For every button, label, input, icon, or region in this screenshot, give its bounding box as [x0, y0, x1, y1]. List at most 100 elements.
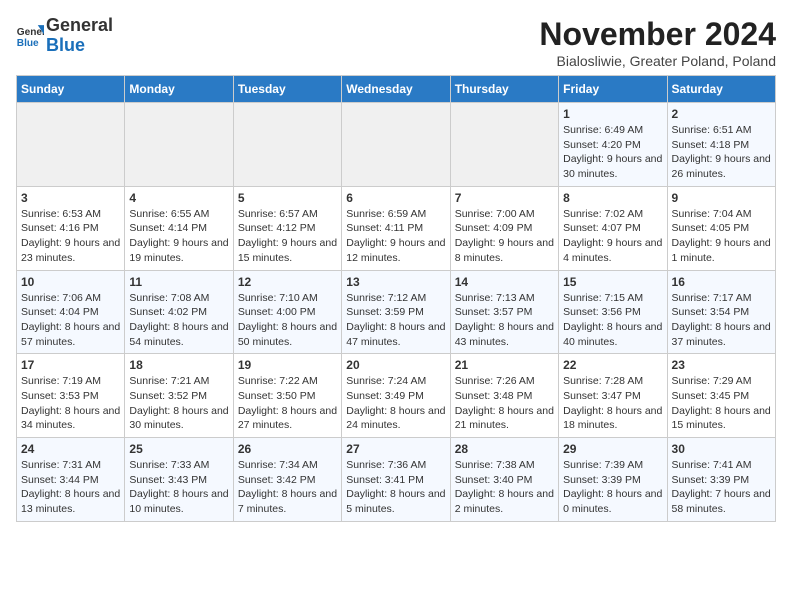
day-info: Sunrise: 6:57 AMSunset: 4:12 PMDaylight:…	[238, 207, 337, 266]
day-number: 5	[238, 191, 337, 205]
day-info: Sunrise: 7:22 AMSunset: 3:50 PMDaylight:…	[238, 374, 337, 433]
day-info: Sunrise: 7:41 AMSunset: 3:39 PMDaylight:…	[672, 458, 771, 517]
day-number: 11	[129, 275, 228, 289]
day-info: Sunrise: 7:38 AMSunset: 3:40 PMDaylight:…	[455, 458, 554, 517]
logo-blue: Blue	[46, 35, 85, 55]
calendar-cell	[233, 103, 341, 187]
day-info: Sunrise: 7:00 AMSunset: 4:09 PMDaylight:…	[455, 207, 554, 266]
logo-general: General	[46, 15, 113, 35]
day-number: 19	[238, 358, 337, 372]
calendar-cell: 29 Sunrise: 7:39 AMSunset: 3:39 PMDayligh…	[559, 438, 667, 522]
day-number: 20	[346, 358, 445, 372]
day-info: Sunrise: 6:59 AMSunset: 4:11 PMDaylight:…	[346, 207, 445, 266]
calendar-cell: 1 Sunrise: 6:49 AMSunset: 4:20 PMDaylight…	[559, 103, 667, 187]
calendar-week-row: 24Sunrise: 7:31 AMSunset: 3:44 PMDayligh…	[17, 438, 776, 522]
day-info: Sunrise: 7:29 AMSunset: 3:45 PMDaylight:…	[672, 374, 771, 433]
month-title: November 2024	[539, 16, 776, 53]
calendar-cell	[450, 103, 558, 187]
day-of-week-header: Thursday	[450, 76, 558, 103]
day-info: Sunrise: 7:39 AMSunset: 3:39 PMDaylight:…	[563, 458, 662, 517]
calendar-cell: 8 Sunrise: 7:02 AMSunset: 4:07 PMDaylight…	[559, 186, 667, 270]
day-number: 29	[563, 442, 662, 456]
calendar-week-row: 10 Sunrise: 7:06 AMSunset: 4:04 PMDayligh…	[17, 270, 776, 354]
day-number: 14	[455, 275, 554, 289]
day-info: Sunrise: 7:04 AMSunset: 4:05 PMDaylight:…	[672, 207, 771, 266]
day-number: 2	[672, 107, 771, 121]
calendar-cell: 2 Sunrise: 6:51 AMSunset: 4:18 PMDaylight…	[667, 103, 775, 187]
calendar-cell: 3Sunrise: 6:53 AMSunset: 4:16 PMDaylight…	[17, 186, 125, 270]
calendar-cell: 16Sunrise: 7:17 AMSunset: 3:54 PMDayligh…	[667, 270, 775, 354]
day-number: 8	[563, 191, 662, 205]
day-info: Sunrise: 7:08 AMSunset: 4:02 PMDaylight:…	[129, 291, 228, 350]
day-info: Sunrise: 7:34 AMSunset: 3:42 PMDaylight:…	[238, 458, 337, 517]
calendar-cell: 28 Sunrise: 7:38 AMSunset: 3:40 PMDayligh…	[450, 438, 558, 522]
day-number: 27	[346, 442, 445, 456]
calendar-cell: 11 Sunrise: 7:08 AMSunset: 4:02 PMDayligh…	[125, 270, 233, 354]
day-of-week-header: Tuesday	[233, 76, 341, 103]
day-info: Sunrise: 7:26 AMSunset: 3:48 PMDaylight:…	[455, 374, 554, 433]
day-info: Sunrise: 7:24 AMSunset: 3:49 PMDaylight:…	[346, 374, 445, 433]
calendar-cell	[125, 103, 233, 187]
calendar-cell: 15 Sunrise: 7:15 AMSunset: 3:56 PMDayligh…	[559, 270, 667, 354]
day-info: Sunrise: 7:10 AMSunset: 4:00 PMDaylight:…	[238, 291, 337, 350]
calendar-cell: 4 Sunrise: 6:55 AMSunset: 4:14 PMDaylight…	[125, 186, 233, 270]
day-info: Sunrise: 6:51 AMSunset: 4:18 PMDaylight:…	[672, 123, 771, 182]
calendar-cell: 13Sunrise: 7:12 AMSunset: 3:59 PMDayligh…	[342, 270, 450, 354]
calendar-cell: 23Sunrise: 7:29 AMSunset: 3:45 PMDayligh…	[667, 354, 775, 438]
day-of-week-header: Saturday	[667, 76, 775, 103]
day-info: Sunrise: 7:28 AMSunset: 3:47 PMDaylight:…	[563, 374, 662, 433]
day-number: 7	[455, 191, 554, 205]
day-number: 25	[129, 442, 228, 456]
day-number: 6	[346, 191, 445, 205]
svg-text:General: General	[17, 27, 44, 38]
calendar-cell	[17, 103, 125, 187]
calendar-cell: 25 Sunrise: 7:33 AMSunset: 3:43 PMDayligh…	[125, 438, 233, 522]
calendar-week-row: 1 Sunrise: 6:49 AMSunset: 4:20 PMDaylight…	[17, 103, 776, 187]
calendar-cell: 30 Sunrise: 7:41 AMSunset: 3:39 PMDayligh…	[667, 438, 775, 522]
day-number: 10	[21, 275, 120, 289]
day-number: 13	[346, 275, 445, 289]
calendar-cell: 22Sunrise: 7:28 AMSunset: 3:47 PMDayligh…	[559, 354, 667, 438]
day-number: 1	[563, 107, 662, 121]
calendar-cell: 19 Sunrise: 7:22 AMSunset: 3:50 PMDayligh…	[233, 354, 341, 438]
calendar-cell: 9 Sunrise: 7:04 AMSunset: 4:05 PMDaylight…	[667, 186, 775, 270]
title-block: November 2024 Bialosliwie, Greater Polan…	[539, 16, 776, 69]
calendar-cell: 5 Sunrise: 6:57 AMSunset: 4:12 PMDaylight…	[233, 186, 341, 270]
logo: General Blue General Blue	[16, 16, 113, 56]
calendar-cell: 21 Sunrise: 7:26 AMSunset: 3:48 PMDayligh…	[450, 354, 558, 438]
calendar-cell: 24Sunrise: 7:31 AMSunset: 3:44 PMDayligh…	[17, 438, 125, 522]
day-number: 4	[129, 191, 228, 205]
day-info: Sunrise: 6:49 AMSunset: 4:20 PMDaylight:…	[563, 123, 662, 182]
day-of-week-header: Sunday	[17, 76, 125, 103]
day-number: 15	[563, 275, 662, 289]
day-number: 3	[21, 191, 120, 205]
day-info: Sunrise: 7:15 AMSunset: 3:56 PMDaylight:…	[563, 291, 662, 350]
calendar-week-row: 3Sunrise: 6:53 AMSunset: 4:16 PMDaylight…	[17, 186, 776, 270]
calendar-cell: 20 Sunrise: 7:24 AMSunset: 3:49 PMDayligh…	[342, 354, 450, 438]
day-info: Sunrise: 7:02 AMSunset: 4:07 PMDaylight:…	[563, 207, 662, 266]
calendar-cell: 26Sunrise: 7:34 AMSunset: 3:42 PMDayligh…	[233, 438, 341, 522]
day-number: 12	[238, 275, 337, 289]
day-info: Sunrise: 7:06 AMSunset: 4:04 PMDaylight:…	[21, 291, 120, 350]
day-info: Sunrise: 7:33 AMSunset: 3:43 PMDaylight:…	[129, 458, 228, 517]
day-info: Sunrise: 7:13 AMSunset: 3:57 PMDaylight:…	[455, 291, 554, 350]
calendar-cell: 14 Sunrise: 7:13 AMSunset: 3:57 PMDayligh…	[450, 270, 558, 354]
calendar-cell: 6 Sunrise: 6:59 AMSunset: 4:11 PMDaylight…	[342, 186, 450, 270]
day-number: 9	[672, 191, 771, 205]
day-number: 16	[672, 275, 771, 289]
day-number: 17	[21, 358, 120, 372]
day-of-week-header: Friday	[559, 76, 667, 103]
calendar-cell: 17 Sunrise: 7:19 AMSunset: 3:53 PMDayligh…	[17, 354, 125, 438]
day-number: 30	[672, 442, 771, 456]
svg-text:Blue: Blue	[17, 38, 39, 49]
day-info: Sunrise: 7:19 AMSunset: 3:53 PMDaylight:…	[21, 374, 120, 433]
day-info: Sunrise: 6:55 AMSunset: 4:14 PMDaylight:…	[129, 207, 228, 266]
day-number: 24	[21, 442, 120, 456]
location: Bialosliwie, Greater Poland, Poland	[539, 53, 776, 69]
day-number: 21	[455, 358, 554, 372]
calendar-cell: 27Sunrise: 7:36 AMSunset: 3:41 PMDayligh…	[342, 438, 450, 522]
calendar-body: 1 Sunrise: 6:49 AMSunset: 4:20 PMDaylight…	[17, 103, 776, 522]
calendar-week-row: 17 Sunrise: 7:19 AMSunset: 3:53 PMDayligh…	[17, 354, 776, 438]
day-number: 28	[455, 442, 554, 456]
calendar-cell: 12 Sunrise: 7:10 AMSunset: 4:00 PMDayligh…	[233, 270, 341, 354]
